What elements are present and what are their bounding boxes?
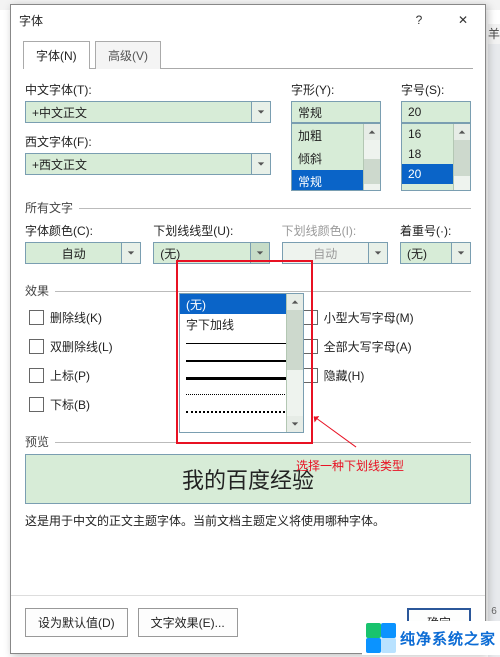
scroll-thumb[interactable] (364, 159, 380, 184)
font-dialog: 字体 ? ✕ 字体(N) 高级(V) 中文字体(T): +中文正文 西文字体(F… (10, 4, 486, 654)
underline-option[interactable]: 字下加线 (180, 314, 303, 334)
underline-line-option[interactable] (186, 385, 297, 402)
help-icon: ? (416, 13, 423, 27)
titlebar: 字体 ? ✕ (11, 5, 485, 35)
checkbox-icon (29, 310, 44, 325)
watermark: 纯净系统之家 (362, 621, 500, 655)
preview-text: 我的百度经验 (182, 463, 314, 495)
close-icon: ✕ (458, 13, 468, 27)
checkbox-icon (303, 339, 318, 354)
scroll-thumb[interactable] (454, 140, 470, 176)
checkbox-icon (29, 368, 44, 383)
underline-color-combo: 自动 (282, 242, 388, 264)
preview-box: 我的百度经验 (25, 454, 471, 504)
underline-line-option[interactable] (186, 402, 297, 419)
emphasis-value: (无) (401, 245, 451, 262)
scrollbar[interactable] (286, 294, 303, 432)
checkbox-row[interactable]: 双删除线(L) (29, 338, 113, 355)
set-default-label: 设为默认值(D) (38, 616, 115, 630)
label-underline-type: 下划线线型(U): (153, 222, 269, 239)
preview-description: 这是用于中文的正文主题字体。当前文档主题定义将使用哪种字体。 (25, 512, 471, 529)
label-underline-color: 下划线颜色(I): (282, 222, 388, 239)
checkbox-label: 小型大写字母(M) (324, 309, 414, 326)
annotation-text: 选择一种下划线类型 (296, 457, 404, 474)
chevron-down-icon (251, 102, 270, 122)
checkbox-label: 删除线(K) (50, 309, 102, 326)
tab-font[interactable]: 字体(N) (23, 41, 90, 69)
checkbox-icon (303, 310, 318, 325)
checkbox-label: 下标(B) (50, 396, 90, 413)
underline-color-value: 自动 (283, 245, 368, 262)
style-input[interactable]: 常规 (291, 101, 381, 123)
checkbox-row[interactable]: 全部大写字母(A) (303, 338, 414, 355)
app-right-gutter: 羊 6 (488, 24, 500, 657)
ribbon-char: 羊 (488, 24, 500, 44)
cn-font-value: +中文正文 (26, 104, 251, 121)
checkbox-row[interactable]: 下标(B) (29, 396, 113, 413)
tabstrip: 字体(N) 高级(V) (11, 35, 485, 69)
right-gutter-num: 6 (491, 606, 497, 617)
checkbox-label: 双删除线(L) (50, 338, 113, 355)
underline-type-value: (无) (154, 245, 249, 262)
underline-line-option[interactable] (186, 351, 297, 368)
size-input-value: 20 (408, 105, 421, 119)
font-color-combo[interactable]: 自动 (25, 242, 141, 264)
label-en-font: 西文字体(F): (25, 133, 271, 150)
checkbox-icon (303, 368, 318, 383)
label-cn-font: 中文字体(T): (25, 81, 271, 98)
checkbox-label: 全部大写字母(A) (324, 338, 412, 355)
checkbox-row[interactable]: 删除线(K) (29, 309, 113, 326)
scroll-up-icon[interactable] (454, 124, 470, 140)
checkbox-row[interactable]: 小型大写字母(M) (303, 309, 414, 326)
scroll-thumb[interactable] (287, 310, 303, 370)
tab-advanced[interactable]: 高级(V) (95, 41, 161, 69)
style-input-value: 常规 (298, 104, 322, 121)
en-font-value: +西文正文 (26, 156, 251, 173)
size-listbox[interactable]: 161820 (401, 123, 471, 191)
scroll-down-icon[interactable] (287, 416, 303, 432)
checkbox-icon (29, 397, 44, 412)
section-all-text: 所有文字 (25, 199, 471, 216)
underline-option[interactable]: (无) (180, 294, 303, 314)
checkbox-label: 隐藏(H) (324, 367, 365, 384)
checkbox-row[interactable]: 隐藏(H) (303, 367, 414, 384)
scroll-up-icon[interactable] (287, 294, 303, 310)
underline-line-option[interactable] (186, 334, 297, 351)
underline-type-combo[interactable]: (无) (153, 242, 269, 264)
scroll-up-icon[interactable] (364, 124, 380, 140)
set-default-button[interactable]: 设为默认值(D) (25, 608, 128, 637)
font-color-value: 自动 (26, 245, 121, 262)
size-input[interactable]: 20 (401, 101, 471, 123)
underline-dropdown-panel[interactable]: (无)字下加线 (179, 293, 304, 433)
label-font-color: 字体颜色(C): (25, 222, 141, 239)
tab-font-label: 字体(N) (36, 49, 77, 63)
emphasis-combo[interactable]: (无) (400, 242, 471, 264)
section-preview: 预览 (25, 433, 471, 450)
watermark-logo-icon (366, 623, 396, 653)
chevron-down-icon (250, 243, 269, 263)
checkbox-icon (29, 339, 44, 354)
dialog-title: 字体 (19, 12, 397, 29)
close-button[interactable]: ✕ (441, 5, 485, 35)
label-size: 字号(S): (401, 81, 471, 98)
chevron-down-icon (451, 243, 470, 263)
chevron-down-icon (121, 243, 140, 263)
text-effects-label: 文字效果(E)... (151, 616, 225, 630)
checkbox-label: 上标(P) (50, 367, 90, 384)
checkbox-row[interactable]: 上标(P) (29, 367, 113, 384)
underline-line-option[interactable] (186, 368, 297, 385)
cn-font-combo[interactable]: +中文正文 (25, 101, 271, 123)
scrollbar[interactable] (363, 124, 380, 190)
chevron-down-icon (251, 154, 270, 174)
chevron-down-icon (368, 243, 387, 263)
help-button[interactable]: ? (397, 5, 441, 35)
en-font-combo[interactable]: +西文正文 (25, 153, 271, 175)
text-effects-button[interactable]: 文字效果(E)... (138, 608, 238, 637)
style-listbox[interactable]: 加粗倾斜常规 (291, 123, 381, 191)
scrollbar[interactable] (453, 124, 470, 190)
watermark-text: 纯净系统之家 (400, 628, 496, 649)
label-emphasis: 着重号(·): (400, 222, 471, 239)
label-style: 字形(Y): (291, 81, 381, 98)
tab-advanced-label: 高级(V) (108, 49, 148, 63)
